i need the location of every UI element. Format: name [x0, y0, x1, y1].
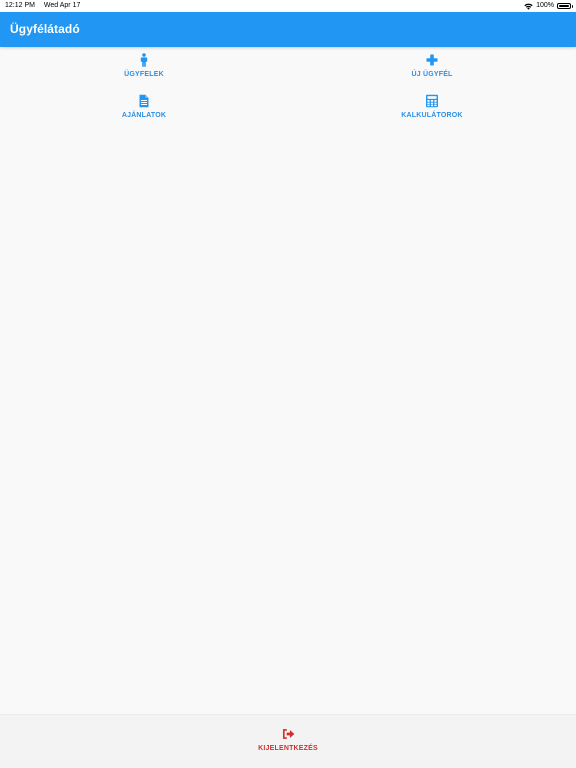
menu-item-clients[interactable]: ÜGYFELEK — [0, 48, 288, 88]
status-date: Wed Apr 17 — [43, 2, 81, 9]
person-icon — [140, 53, 148, 67]
document-icon — [139, 94, 149, 108]
sign-out-icon — [282, 729, 294, 739]
menu-item-label: KALKULÁTOROK — [401, 112, 463, 119]
calculator-icon — [426, 94, 438, 108]
bottom-bar: KIJELENTKEZÉS — [0, 714, 576, 768]
wifi-icon — [524, 3, 533, 10]
status-bar: 12:12 PM Wed Apr 17 100% — [0, 0, 576, 12]
logout-label: KIJELENTKEZÉS — [258, 745, 318, 752]
menu-item-offers[interactable]: AJÁNLATOK — [0, 89, 288, 129]
menu-item-label: ÚJ ÜGYFÉL — [411, 71, 453, 78]
menu-item-new-client[interactable]: ÚJ ÜGYFÉL — [288, 48, 576, 88]
status-left: 12:12 PM Wed Apr 17 — [5, 0, 87, 12]
logout-button[interactable]: KIJELENTKEZÉS — [238, 723, 338, 763]
status-right: 100% — [524, 0, 573, 12]
plus-icon — [426, 54, 438, 66]
app-bar: Ügyfélátadó — [0, 12, 576, 47]
menu-item-label: AJÁNLATOK — [121, 112, 167, 119]
menu-item-calculators[interactable]: KALKULÁTOROK — [288, 89, 576, 129]
battery-icon — [557, 3, 573, 9]
menu-item-label: ÜGYFELEK — [124, 71, 164, 78]
battery-percent: 100% — [536, 2, 554, 9]
status-time: 12:12 PM — [5, 2, 35, 9]
app-title: Ügyfélátadó — [10, 22, 80, 36]
